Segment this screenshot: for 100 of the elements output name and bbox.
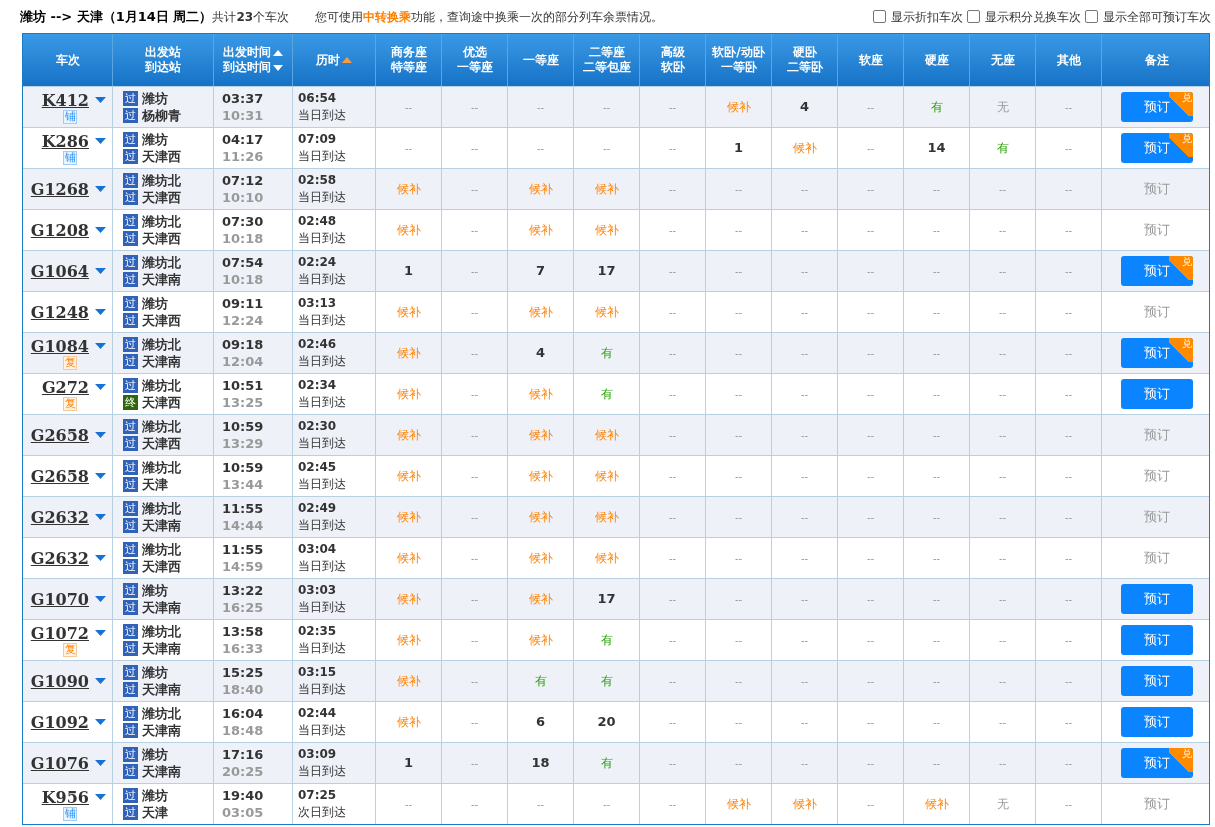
- station-name: 潍坊北: [142, 377, 181, 394]
- book-button[interactable]: 预订: [1143, 302, 1170, 322]
- book-button[interactable]: 预订 兑: [1120, 133, 1193, 163]
- caret-down-icon[interactable]: [95, 384, 106, 391]
- train-number-link[interactable]: G1072: [30, 623, 89, 643]
- book-button[interactable]: 预订: [1143, 548, 1170, 568]
- station-name: 潍坊: [142, 582, 168, 599]
- train-tag-icon: 复: [63, 642, 77, 657]
- caret-down-icon[interactable]: [95, 794, 106, 801]
- column-header[interactable]: 历时: [316, 52, 340, 68]
- station-name: 潍坊: [142, 295, 168, 312]
- seat-availability: --: [866, 469, 875, 484]
- filter-checkbox[interactable]: [967, 10, 980, 23]
- caret-down-icon[interactable]: [95, 718, 106, 726]
- book-button[interactable]: 预订 兑: [1120, 92, 1193, 122]
- caret-down-icon[interactable]: [95, 97, 106, 104]
- book-button[interactable]: 预订: [1120, 379, 1193, 409]
- arrival-day: 当日到达: [298, 148, 375, 165]
- train-number-link[interactable]: G2658: [30, 466, 89, 486]
- seat-availability: --: [1064, 469, 1073, 484]
- seat-availability: 候补: [396, 222, 421, 239]
- train-number-link[interactable]: G1268: [30, 179, 89, 199]
- seat-availability: --: [470, 387, 479, 402]
- book-button[interactable]: 预订: [1143, 179, 1170, 199]
- caret-down-icon[interactable]: [95, 138, 106, 145]
- seat-availability: 候补: [396, 550, 421, 567]
- book-button[interactable]: 预订: [1143, 507, 1170, 527]
- seat-availability: --: [668, 510, 677, 525]
- train-number-link[interactable]: G1090: [30, 671, 89, 691]
- seat-availability: --: [998, 469, 1007, 484]
- seat-availability: --: [404, 141, 413, 156]
- book-button[interactable]: 预订: [1143, 794, 1170, 814]
- seat-availability: --: [932, 305, 941, 320]
- seat-availability: 候补: [594, 550, 619, 567]
- column-header[interactable]: 到达时间: [223, 60, 271, 75]
- arrival-day: 当日到达: [298, 435, 375, 452]
- column-header[interactable]: 出发时间: [223, 45, 271, 60]
- book-button[interactable]: 预订 兑: [1120, 338, 1193, 368]
- duration: 07:25: [298, 787, 338, 804]
- train-number-link[interactable]: K286: [41, 131, 89, 151]
- caret-down-icon[interactable]: [95, 513, 106, 521]
- book-button[interactable]: 预订: [1143, 466, 1170, 486]
- seat-availability: 候补: [528, 386, 553, 403]
- caret-down-icon[interactable]: [95, 630, 106, 637]
- station-name: 潍坊北: [142, 705, 181, 722]
- seat-availability: --: [734, 428, 743, 443]
- column-header: 二等座: [588, 45, 625, 60]
- caret-down-icon[interactable]: [95, 185, 106, 193]
- train-number-link[interactable]: G2632: [30, 507, 89, 527]
- seat-availability: 候补: [528, 468, 553, 485]
- filter-checkbox[interactable]: [873, 10, 886, 23]
- book-button[interactable]: 预订 兑: [1120, 256, 1193, 286]
- caret-down-icon[interactable]: [95, 343, 106, 350]
- caret-down-icon[interactable]: [95, 759, 106, 767]
- train-number-link[interactable]: K412: [41, 90, 89, 110]
- depart-time: 10:51: [222, 377, 265, 394]
- seat-availability: --: [470, 141, 479, 156]
- station-name: 天津西: [142, 230, 181, 247]
- book-button[interactable]: 预订 兑: [1120, 748, 1193, 778]
- arrive-time: 14:44: [222, 517, 265, 534]
- book-button[interactable]: 预订: [1143, 220, 1170, 240]
- train-number-link[interactable]: K956: [41, 787, 89, 807]
- filter-checkbox[interactable]: [1085, 10, 1098, 23]
- station-name: 天津南: [142, 722, 181, 739]
- book-button[interactable]: 预订: [1120, 707, 1193, 737]
- caret-down-icon[interactable]: [95, 431, 106, 439]
- duration: 02:34: [298, 377, 338, 394]
- seat-availability: --: [734, 592, 743, 607]
- column-header: 软卧: [660, 60, 685, 75]
- train-number-link[interactable]: G1092: [30, 712, 89, 732]
- train-number-link[interactable]: G1248: [30, 302, 89, 322]
- seat-availability: 候补: [594, 181, 619, 198]
- book-button[interactable]: 预订: [1120, 666, 1193, 696]
- train-number-link[interactable]: G1064: [30, 261, 89, 281]
- train-number-link[interactable]: G1084: [30, 336, 89, 356]
- column-header: 到达站: [145, 60, 181, 75]
- caret-down-icon[interactable]: [95, 677, 106, 685]
- caret-down-icon[interactable]: [95, 554, 106, 562]
- book-button[interactable]: 预订: [1143, 425, 1170, 445]
- caret-down-icon[interactable]: [95, 226, 106, 234]
- caret-down-icon[interactable]: [95, 472, 106, 480]
- caret-down-icon[interactable]: [95, 308, 106, 316]
- train-number-link[interactable]: G1076: [30, 753, 89, 773]
- duration: 06:54: [298, 90, 338, 107]
- caret-down-icon[interactable]: [95, 267, 106, 275]
- book-button[interactable]: 预订: [1120, 584, 1193, 614]
- train-number-link[interactable]: G1070: [30, 589, 89, 609]
- train-number-link[interactable]: G2632: [30, 548, 89, 568]
- train-number-link[interactable]: G272: [41, 377, 89, 397]
- train-number-link[interactable]: G1208: [30, 220, 89, 240]
- book-button[interactable]: 预订: [1120, 625, 1193, 655]
- depart-time: 11:55: [222, 541, 265, 558]
- seat-availability: --: [668, 305, 677, 320]
- train-number-link[interactable]: G2658: [30, 425, 89, 445]
- station-name: 潍坊: [142, 131, 168, 148]
- arrival-day: 当日到达: [298, 599, 375, 616]
- sort-down-icon[interactable]: [273, 62, 283, 73]
- caret-down-icon[interactable]: [95, 595, 106, 603]
- seat-availability: --: [866, 346, 875, 361]
- seat-availability: --: [800, 182, 809, 197]
